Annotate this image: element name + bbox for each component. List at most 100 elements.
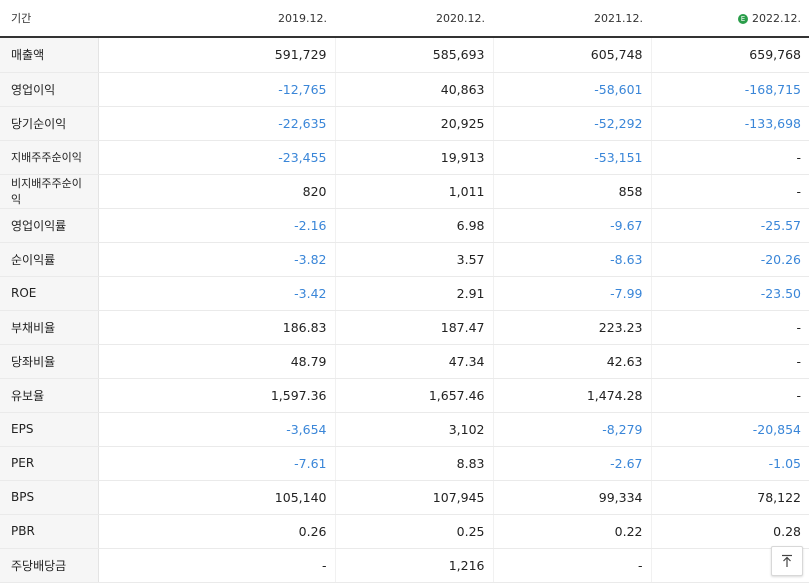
financial-summary-table: 기간 2019.12. 2020.12. 2021.12. E 2022.12. … [0, 0, 809, 583]
value-cell: 1,597.36 [98, 378, 336, 413]
value-cell: - [651, 174, 809, 209]
value-cell: 8.83 [335, 446, 494, 481]
table-row: 비지배주주순이익 820 1,011 858- [0, 174, 809, 209]
value-cell: -23.50 [651, 276, 809, 311]
value-cell: 1,216 [335, 547, 494, 583]
value-cell: -2.67 [493, 446, 652, 481]
table-row: 부채비율 186.83 187.47 223.23- [0, 309, 809, 345]
value-cell: -8.63 [493, 242, 652, 277]
table-row: 주당배당금-1,216-2 [0, 547, 809, 583]
value-cell: -3,654 [98, 411, 336, 447]
value-cell: 40,863 [335, 72, 494, 107]
value-cell: 0.28 [651, 514, 809, 549]
value-cell: 19,913 [335, 140, 494, 175]
year-header-estimate: E 2022.12. [651, 0, 809, 38]
value-cell: - [651, 378, 809, 413]
row-label: 당좌비율 [0, 344, 99, 379]
row-label: 매출액 [0, 37, 99, 73]
value-cell: 107,945 [335, 480, 494, 515]
table-row: ROE -3.42 2.91 -7.99 -23.50 [0, 276, 809, 311]
value-cell: -22,635 [98, 106, 336, 141]
row-label: BPS [0, 480, 99, 515]
value-cell: 6.98 [335, 207, 494, 243]
value-cell: 659,768 [651, 37, 809, 73]
row-label: 유보율 [0, 378, 99, 413]
value-cell: - [493, 547, 652, 583]
value-cell: 858 [493, 174, 652, 209]
row-label: 순이익률 [0, 242, 99, 277]
header-row: 기간 2019.12. 2020.12. 2021.12. E 2022.12. [0, 0, 809, 38]
table-row: 영업이익 -12,765 40,863 -58,601 -168,715 [0, 72, 809, 107]
value-cell: 585,693 [335, 37, 494, 73]
value-cell: -1.05 [651, 446, 809, 481]
table-row: 순이익률 -3.82 3.57 -8.63 -20.26 [0, 242, 809, 277]
value-cell: -7.61 [98, 446, 336, 481]
value-cell: 2.91 [335, 276, 494, 311]
value-cell: - [651, 140, 809, 175]
table-row: 유보율 1,597.36 1,657.46 1,474.28- [0, 378, 809, 413]
value-cell: - [651, 344, 809, 379]
value-cell: 78,122 [651, 480, 809, 515]
value-cell: -168,715 [651, 72, 809, 107]
value-cell: 1,657.46 [335, 378, 494, 413]
table-row: 영업이익률 -2.16 6.98 -9.67 -25.57 [0, 207, 809, 243]
table-row: BPS 105,140 107,945 99,334 78,122 [0, 480, 809, 515]
table-row: 당좌비율 48.79 47.34 42.63- [0, 344, 809, 379]
value-cell: 187.47 [335, 309, 494, 345]
year-header: 2019.12. [98, 0, 335, 38]
row-label: 당기순이익 [0, 106, 99, 141]
row-label: 영업이익률 [0, 207, 99, 243]
value-cell: 0.26 [98, 514, 336, 549]
value-cell: -20,854 [651, 411, 809, 447]
value-cell: -133,698 [651, 106, 809, 141]
value-cell: 1,474.28 [493, 378, 652, 413]
value-cell: 186.83 [98, 309, 336, 345]
period-header: 기간 [0, 0, 98, 38]
value-cell: 20,925 [335, 106, 494, 141]
value-cell: 3.57 [335, 242, 494, 277]
value-cell: -23,455 [98, 140, 336, 175]
table-row: PER -7.61 8.83 -2.67 -1.05 [0, 446, 809, 481]
year-header-label: 2022.12. [752, 11, 801, 25]
table-row: PBR 0.26 0.25 0.22 0.28 [0, 514, 809, 549]
value-cell: -12,765 [98, 72, 336, 107]
row-label: 지배주주순이익 [0, 140, 99, 175]
row-label: 비지배주주순이익 [0, 174, 99, 209]
value-cell: -8,279 [493, 411, 652, 447]
value-cell: 48.79 [98, 344, 336, 379]
value-cell: 3,102 [335, 411, 494, 447]
value-cell: 0.25 [335, 514, 494, 549]
value-cell: -3.82 [98, 242, 336, 277]
table-row: 지배주주순이익 -23,455 19,913 -53,151- [0, 140, 809, 175]
value-cell: -3.42 [98, 276, 336, 311]
scroll-top-button[interactable] [771, 546, 803, 576]
value-cell: 47.34 [335, 344, 494, 379]
value-cell: 605,748 [493, 37, 652, 73]
value-cell: 99,334 [493, 480, 652, 515]
estimate-icon: E [738, 13, 749, 24]
value-cell: 0.22 [493, 514, 652, 549]
table-row: 당기순이익 -22,635 20,925 -52,292 -133,698 [0, 106, 809, 141]
value-cell: -7.99 [493, 276, 652, 311]
row-label: 영업이익 [0, 72, 99, 107]
value-cell: - [98, 547, 336, 583]
value-cell: 223.23 [493, 309, 652, 345]
arrow-up-icon [782, 554, 792, 567]
row-label: EPS [0, 411, 99, 447]
value-cell: - [651, 309, 809, 345]
value-cell: -9.67 [493, 207, 652, 243]
table-row: 매출액 591,729 585,693 605,748 659,768 [0, 37, 809, 73]
year-header: 2020.12. [335, 0, 493, 38]
table-row: EPS -3,654 3,102 -8,279 -20,854 [0, 411, 809, 447]
row-label: ROE [0, 276, 99, 311]
value-cell: 1,011 [335, 174, 494, 209]
value-cell: -53,151 [493, 140, 652, 175]
value-cell: -25.57 [651, 207, 809, 243]
row-label: 부채비율 [0, 309, 99, 345]
value-cell: 820 [98, 174, 336, 209]
value-cell: -52,292 [493, 106, 652, 141]
value-cell: 105,140 [98, 480, 336, 515]
value-cell: -20.26 [651, 242, 809, 277]
value-cell: -2.16 [98, 207, 336, 243]
value-cell: 591,729 [98, 37, 336, 73]
